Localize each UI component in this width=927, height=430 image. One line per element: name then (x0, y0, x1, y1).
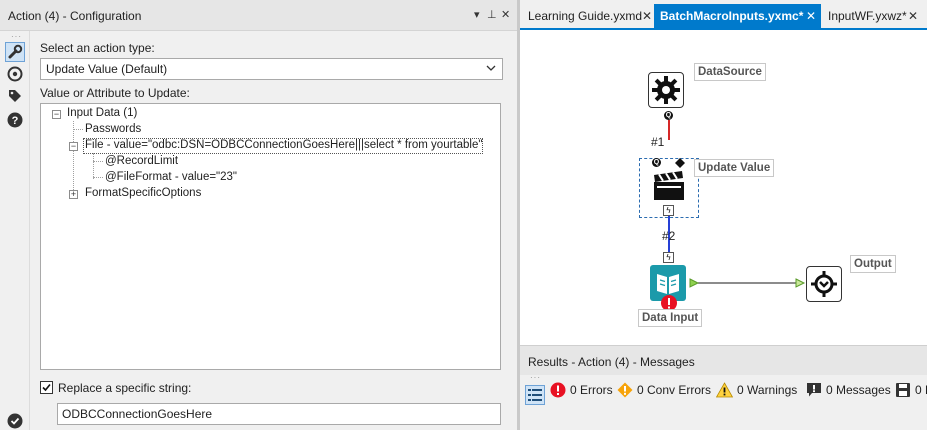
warning-icon (716, 382, 733, 398)
gear-refresh-icon (811, 271, 837, 297)
workflow-canvas[interactable]: Q DataSource #1 Q Update Value ϟ #2 ϟ Da… (520, 32, 927, 343)
data-input-label: Data Input (638, 309, 703, 327)
output-anchor-icon[interactable] (689, 278, 700, 288)
conv-errors-filter[interactable]: 0 Conv Errors (617, 382, 711, 398)
lightning-anchor-icon[interactable]: ϟ (663, 252, 674, 263)
success-check-icon (7, 413, 23, 430)
replace-string-checkbox[interactable] (40, 381, 53, 394)
tree-guide-line (93, 153, 94, 179)
grip-dots: ··· (530, 373, 541, 382)
tree-node-file-format[interactable]: @FileFormat - value="23" (105, 171, 237, 183)
tree-guide-line (93, 161, 103, 162)
warnings-count: 0 Warnings (737, 383, 798, 397)
results-toolbar: ··· 0 Errors 0 Conv Errors 0 Warnings 0 … (520, 373, 927, 430)
document-tabbar: Learning Guide.yxmd ✕ BatchMacroInputs.y… (520, 0, 927, 30)
errors-count: 0 Errors (570, 383, 613, 397)
messages-filter[interactable]: 0 Messages (806, 382, 891, 398)
close-panel-button[interactable]: ✕ (501, 8, 510, 22)
update-value-tool[interactable] (651, 168, 687, 204)
configuration-titlebar: Action (4) - Configuration ▾ ⊥ ✕ (0, 0, 517, 31)
tree-guide-line (73, 121, 74, 194)
lightning-anchor-icon[interactable]: ϟ (663, 205, 674, 216)
tab-learning-guide[interactable]: Learning Guide.yxmd (522, 4, 648, 28)
book-icon (657, 274, 679, 294)
tab-batch-macro-inputs[interactable]: BatchMacroInputs.yxmc* (654, 4, 821, 28)
tab-input-wf[interactable]: InputWF.yxwz* (822, 4, 913, 28)
replace-string-label: Replace a specific string: (58, 381, 192, 395)
tag-icon[interactable] (5, 86, 25, 106)
datasource-label: DataSource (694, 63, 766, 81)
warnings-filter[interactable]: 0 Warnings (716, 382, 797, 398)
pin-icon[interactable]: ⊥ (487, 8, 497, 22)
diamond-anchor-icon[interactable] (675, 158, 685, 168)
attribute-tree[interactable]: − Input Data (1) Passwords − File - valu… (40, 103, 501, 370)
wrench-icon[interactable] (5, 42, 25, 62)
gear-icon (652, 76, 680, 104)
tree-guide-line (93, 177, 103, 178)
view-icon[interactable] (5, 64, 25, 84)
collapse-toggle-file[interactable]: − (69, 142, 78, 151)
clapperboard-icon (654, 171, 684, 200)
files-filter[interactable]: 0 F (895, 382, 927, 398)
configuration-sidebar: ··· ? (0, 31, 30, 430)
configuration-panel: Action (4) - Configuration ▾ ⊥ ✕ ··· ? S… (0, 0, 517, 430)
chevron-down-icon[interactable] (485, 62, 497, 77)
panel-menu-dropdown[interactable]: ▾ (474, 8, 480, 22)
checkmark-icon (42, 383, 51, 392)
message-icon (807, 383, 821, 397)
question-anchor-icon[interactable]: Q (652, 158, 661, 167)
messages-count: 0 Messages (826, 383, 891, 397)
action-type-value: Update Value (Default) (46, 62, 168, 76)
tree-guide-line (73, 129, 83, 130)
action-type-select[interactable]: Update Value (Default) (40, 58, 503, 80)
expand-toggle-format-specific[interactable]: + (69, 190, 78, 199)
panel-title: Action (4) - Configuration (8, 9, 142, 23)
tree-node-record-limit[interactable]: @RecordLimit (105, 155, 178, 167)
svg-text:?: ? (12, 115, 19, 127)
input-anchor-icon[interactable] (795, 278, 806, 288)
tree-node-file[interactable]: File - value="odbc:DSN=ODBCConnectionGoe… (85, 139, 482, 151)
error-icon (550, 382, 566, 398)
connection-label-2: #2 (662, 229, 676, 243)
list-view-icon[interactable] (525, 385, 545, 405)
results-header: Results - Action (4) - Messages (520, 345, 927, 375)
replace-string-value: ODBCConnectionGoesHere (62, 407, 213, 421)
output-label: Output (850, 255, 896, 273)
close-icon[interactable]: ✕ (908, 9, 918, 23)
tree-node-input-data[interactable]: Input Data (1) (67, 107, 137, 119)
update-value-label: Update Value (694, 159, 775, 177)
question-anchor-icon[interactable]: Q (664, 111, 673, 120)
close-icon[interactable]: ✕ (642, 9, 652, 23)
action-type-label: Select an action type: (40, 41, 155, 55)
grip-dots: ··· (11, 32, 22, 41)
output-tool[interactable] (806, 266, 842, 302)
conversion-error-icon (617, 382, 633, 398)
tree-node-passwords[interactable]: Passwords (85, 123, 141, 135)
connection-label-1: #1 (651, 135, 665, 149)
files-count: 0 F (915, 383, 927, 397)
close-icon[interactable]: ✕ (806, 9, 816, 23)
replace-string-input[interactable]: ODBCConnectionGoesHere (57, 403, 501, 425)
collapse-toggle-input-data[interactable]: − (52, 110, 61, 119)
errors-filter[interactable]: 0 Errors (550, 382, 613, 398)
tree-node-format-specific-options[interactable]: FormatSpecificOptions (85, 187, 201, 199)
value-attribute-label: Value or Attribute to Update: (40, 86, 190, 100)
save-icon (896, 383, 910, 397)
results-title: Results - Action (4) - Messages (528, 355, 695, 369)
conv-errors-count: 0 Conv Errors (637, 383, 712, 397)
datasource-tool[interactable] (648, 72, 684, 108)
help-icon[interactable]: ? (5, 110, 25, 130)
